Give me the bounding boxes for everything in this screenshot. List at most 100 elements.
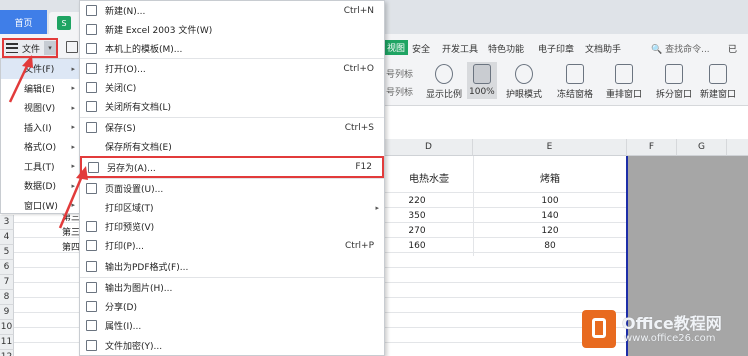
menu-new-shortcut: Ctrl+N (343, 5, 374, 16)
menu-open-label: 打开(O)... (105, 65, 146, 76)
zoom-100-button[interactable]: 100% (467, 62, 497, 99)
menu-save[interactable]: 保存(S) Ctrl+S (80, 118, 384, 138)
menu-print-area-label: 打印区域(T) (105, 204, 154, 215)
menu-new[interactable]: 新建(N)... Ctrl+N (80, 1, 384, 21)
save-icon[interactable] (66, 41, 78, 53)
ribbon-overflow[interactable]: 已 (728, 42, 737, 55)
chevron-right-icon: ▸ (71, 162, 75, 171)
submenu-file[interactable]: 文件(F) ▸ (1, 59, 81, 79)
chevron-down-icon[interactable]: ▾ (44, 41, 57, 55)
chevron-right-icon: ▸ (71, 64, 75, 73)
submenu-tools[interactable]: 工具(T) ▸ (1, 157, 81, 177)
cell-d-value[interactable]: 270 (385, 226, 449, 236)
freeze-panes-button[interactable]: 冻结窗格 (557, 64, 593, 100)
column-header-d[interactable]: D (385, 139, 473, 156)
new-window-icon (709, 64, 727, 84)
cell-row-label[interactable]: 第四 (40, 240, 80, 253)
zoom-100-label: 100% (469, 87, 495, 97)
tab-doc-assistant[interactable]: 文档助手 (585, 42, 621, 55)
cell-e-value[interactable]: 120 (473, 226, 627, 236)
command-search[interactable]: 🔍 查找命令... (651, 42, 710, 55)
row-header-11[interactable]: 11 (0, 335, 14, 350)
column-header-f[interactable]: F (627, 139, 677, 156)
submenu-data[interactable]: 数据(D) ▸ (1, 176, 81, 196)
submenu-format-label: 格式(O) (24, 143, 57, 154)
row-header-8[interactable]: 8 (0, 290, 14, 305)
menu-new-excel2003[interactable]: 新建 Excel 2003 文件(W) (80, 20, 384, 40)
menu-share[interactable]: 分享(D) (80, 297, 384, 317)
arrange-windows-button[interactable]: 重排窗口 (606, 64, 642, 100)
row-header-7[interactable]: 7 (0, 275, 14, 290)
menu-open[interactable]: 打开(O)... Ctrl+O (80, 59, 384, 79)
cell-e2-header[interactable]: 烤箱 (473, 170, 627, 185)
menu-share-label: 分享(D) (105, 303, 137, 314)
tab-features[interactable]: 特色功能 (488, 42, 524, 55)
zoom-button[interactable]: 显示比例 (426, 64, 462, 100)
menu-local-templates[interactable]: 本机上的模板(M)... (80, 39, 384, 59)
split-window-button[interactable]: 拆分窗口 (656, 64, 692, 100)
hamburger-icon (4, 42, 20, 54)
file-main-menu: 新建(N)... Ctrl+N 新建 Excel 2003 文件(W) 本机上的模… (79, 0, 385, 356)
cell-e-value[interactable]: 80 (473, 241, 627, 251)
row-header-4[interactable]: 4 (0, 230, 14, 245)
tab-developer[interactable]: 开发工具 (442, 42, 478, 55)
menu-close-all[interactable]: 关闭所有文档(L) (80, 97, 384, 117)
image-icon (86, 282, 97, 293)
row-header-3[interactable]: 3 (0, 215, 14, 230)
cell-e-value[interactable]: 140 (473, 211, 627, 221)
file-submenu: 文件(F) ▸ 编辑(E) ▸ 视图(V) ▸ 插入(I) ▸ 格式(O) ▸ 工具(T)… (0, 58, 82, 214)
menu-local-templates-label: 本机上的模板(M)... (105, 45, 183, 56)
submenu-edit[interactable]: 编辑(E) ▸ (1, 79, 81, 99)
cell-d-value[interactable]: 220 (385, 196, 449, 206)
row-header-5[interactable]: 5 (0, 245, 14, 260)
chevron-right-icon: ▸ (71, 103, 75, 112)
menu-save-all[interactable]: 保存所有文档(E) (80, 137, 384, 157)
menu-page-setup[interactable]: 页面设置(U)... (80, 179, 384, 199)
menu-print-preview[interactable]: 打印预览(V) (80, 217, 384, 237)
menu-print[interactable]: 打印(P)... Ctrl+P (80, 236, 384, 256)
menu-print-preview-label: 打印预览(V) (105, 223, 155, 234)
menu-export-image[interactable]: 输出为图片(H)... (80, 278, 384, 298)
close-all-icon (86, 101, 97, 112)
excel-file-icon (86, 24, 97, 35)
tab-home[interactable]: 首页 (0, 10, 47, 34)
submenu-format[interactable]: 格式(O) ▸ (1, 137, 81, 157)
column-header-e[interactable]: E (473, 139, 627, 156)
cell-d-value[interactable]: 350 (385, 211, 449, 221)
file-menu-button[interactable]: 文件 ▾ (2, 38, 58, 58)
new-file-icon (86, 5, 97, 16)
submenu-view[interactable]: 视图(V) ▸ (1, 98, 81, 118)
row-header-10[interactable]: 10 (0, 320, 14, 335)
menu-properties[interactable]: 属性(I)... (80, 316, 384, 336)
menu-save-all-label: 保存所有文档(E) (105, 143, 172, 154)
cell-row-label[interactable]: 第三 (40, 225, 80, 238)
eye-protection-button[interactable]: 护眼模式 (506, 64, 542, 100)
split-icon (665, 64, 683, 84)
tab-document[interactable]: S (49, 12, 83, 34)
row-header-6[interactable]: 6 (0, 260, 14, 275)
tab-security[interactable]: 安全 (412, 42, 430, 55)
office-logo-icon (582, 310, 616, 348)
menu-export-pdf[interactable]: 输出为PDF格式(F)... (80, 257, 384, 277)
tab-view[interactable]: 视图 (384, 40, 409, 55)
menu-new-excel2003-label: 新建 Excel 2003 文件(W) (105, 26, 213, 37)
menu-close[interactable]: 关闭(C) (80, 78, 384, 98)
new-window-button[interactable]: 新建窗口 (700, 64, 736, 100)
menu-save-as[interactable]: 另存为(A)... F12 (80, 156, 384, 178)
row-col-label-1[interactable]: 号列标 (386, 67, 413, 80)
column-header-h[interactable] (727, 139, 748, 156)
cell-d-value[interactable]: 160 (385, 241, 449, 251)
column-header-g[interactable]: G (677, 139, 727, 156)
submenu-window[interactable]: 窗口(W) ▸ (1, 196, 81, 216)
row-col-label-2[interactable]: 号列标 (386, 85, 413, 98)
row-header-12[interactable]: 12 (0, 350, 14, 356)
menu-print-area[interactable]: 打印区域(T) ▸ (80, 198, 384, 218)
eye-icon (515, 64, 533, 84)
menu-properties-label: 属性(I)... (105, 322, 142, 333)
menu-encrypt[interactable]: 文件加密(Y)... (80, 336, 384, 356)
tab-e-seal[interactable]: 电子印章 (538, 42, 574, 55)
cell-e-value[interactable]: 100 (473, 196, 627, 206)
row-header-9[interactable]: 9 (0, 305, 14, 320)
submenu-insert[interactable]: 插入(I) ▸ (1, 118, 81, 138)
cell-d2-header[interactable]: 电热水壶 (385, 170, 473, 185)
